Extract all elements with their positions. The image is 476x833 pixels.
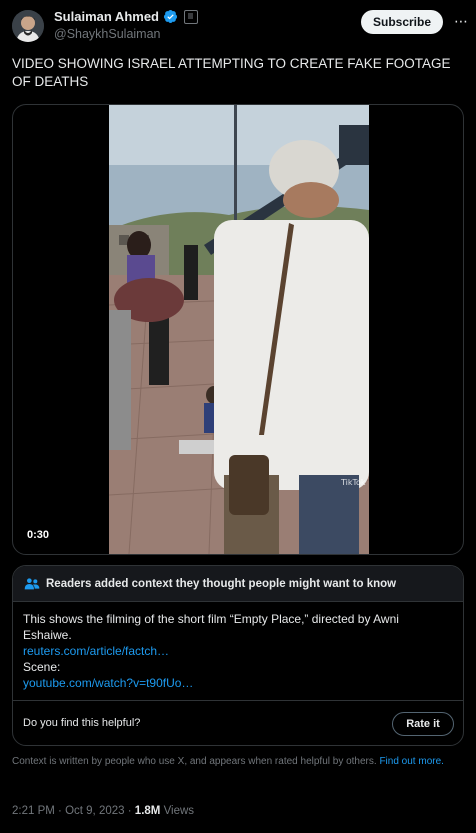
author-name[interactable]: Sulaiman Ahmed [54, 9, 198, 24]
rate-it-button[interactable]: Rate it [392, 712, 454, 736]
affiliation-badge-icon [183, 9, 198, 24]
tiktok-watermark: TikTok [340, 478, 366, 487]
note-divider [13, 700, 463, 701]
tweet-meta: 2:21 PM · Oct 9, 2023 · 1.8M Views [12, 805, 194, 817]
video-player[interactable]: TikTok 0:30 [12, 104, 464, 555]
note-scene-label: Scene: [23, 660, 61, 674]
subscribe-button[interactable]: Subscribe [361, 10, 443, 34]
tweet: Sulaiman Ahmed @ShaykhSulaiman Subscribe… [0, 0, 476, 833]
more-options-icon[interactable]: ⋯ [452, 12, 470, 30]
note-link-youtube[interactable]: youtube.com/watch?v=t90fUo… [23, 675, 448, 691]
tweet-text: VIDEO SHOWING ISRAEL ATTEMPTING TO CREAT… [12, 56, 451, 89]
video-thumbnail[interactable]: TikTok [109, 105, 369, 554]
author-avatar[interactable] [12, 10, 44, 42]
helpful-question: Do you find this helpful? [23, 717, 141, 729]
community-note: Readers added context they thought peopl… [12, 565, 464, 746]
author-handle[interactable]: @ShaykhSulaiman [54, 27, 161, 41]
note-context-info: Context is written by people who use X, … [12, 755, 457, 769]
people-icon [24, 577, 40, 589]
community-note-title: Readers added context they thought peopl… [46, 577, 397, 590]
meta-separator: · [58, 805, 62, 817]
community-note-body: This shows the filming of the short film… [23, 611, 448, 691]
user-avatar-icon [12, 10, 44, 42]
views-count: 1.8M [134, 805, 161, 817]
find-out-more-link[interactable]: Find out more. [379, 756, 443, 767]
author-display-name[interactable]: Sulaiman Ahmed [54, 9, 159, 24]
tweet-date[interactable]: Oct 9, 2023 [65, 805, 124, 817]
video-duration: 0:30 [27, 529, 50, 541]
note-text: This shows the filming of the short film… [23, 612, 399, 642]
verified-badge-icon [163, 9, 178, 24]
community-note-header: Readers added context they thought peopl… [13, 566, 463, 602]
meta-separator-2: · [127, 805, 132, 817]
context-text: Context is written by people who use X, … [12, 756, 377, 767]
note-link-reuters[interactable]: reuters.com/article/factch… [23, 643, 448, 659]
video-scene-image: TikTok [109, 105, 369, 554]
tweet-time[interactable]: 2:21 PM [12, 805, 55, 817]
views-label: Views [163, 805, 195, 817]
